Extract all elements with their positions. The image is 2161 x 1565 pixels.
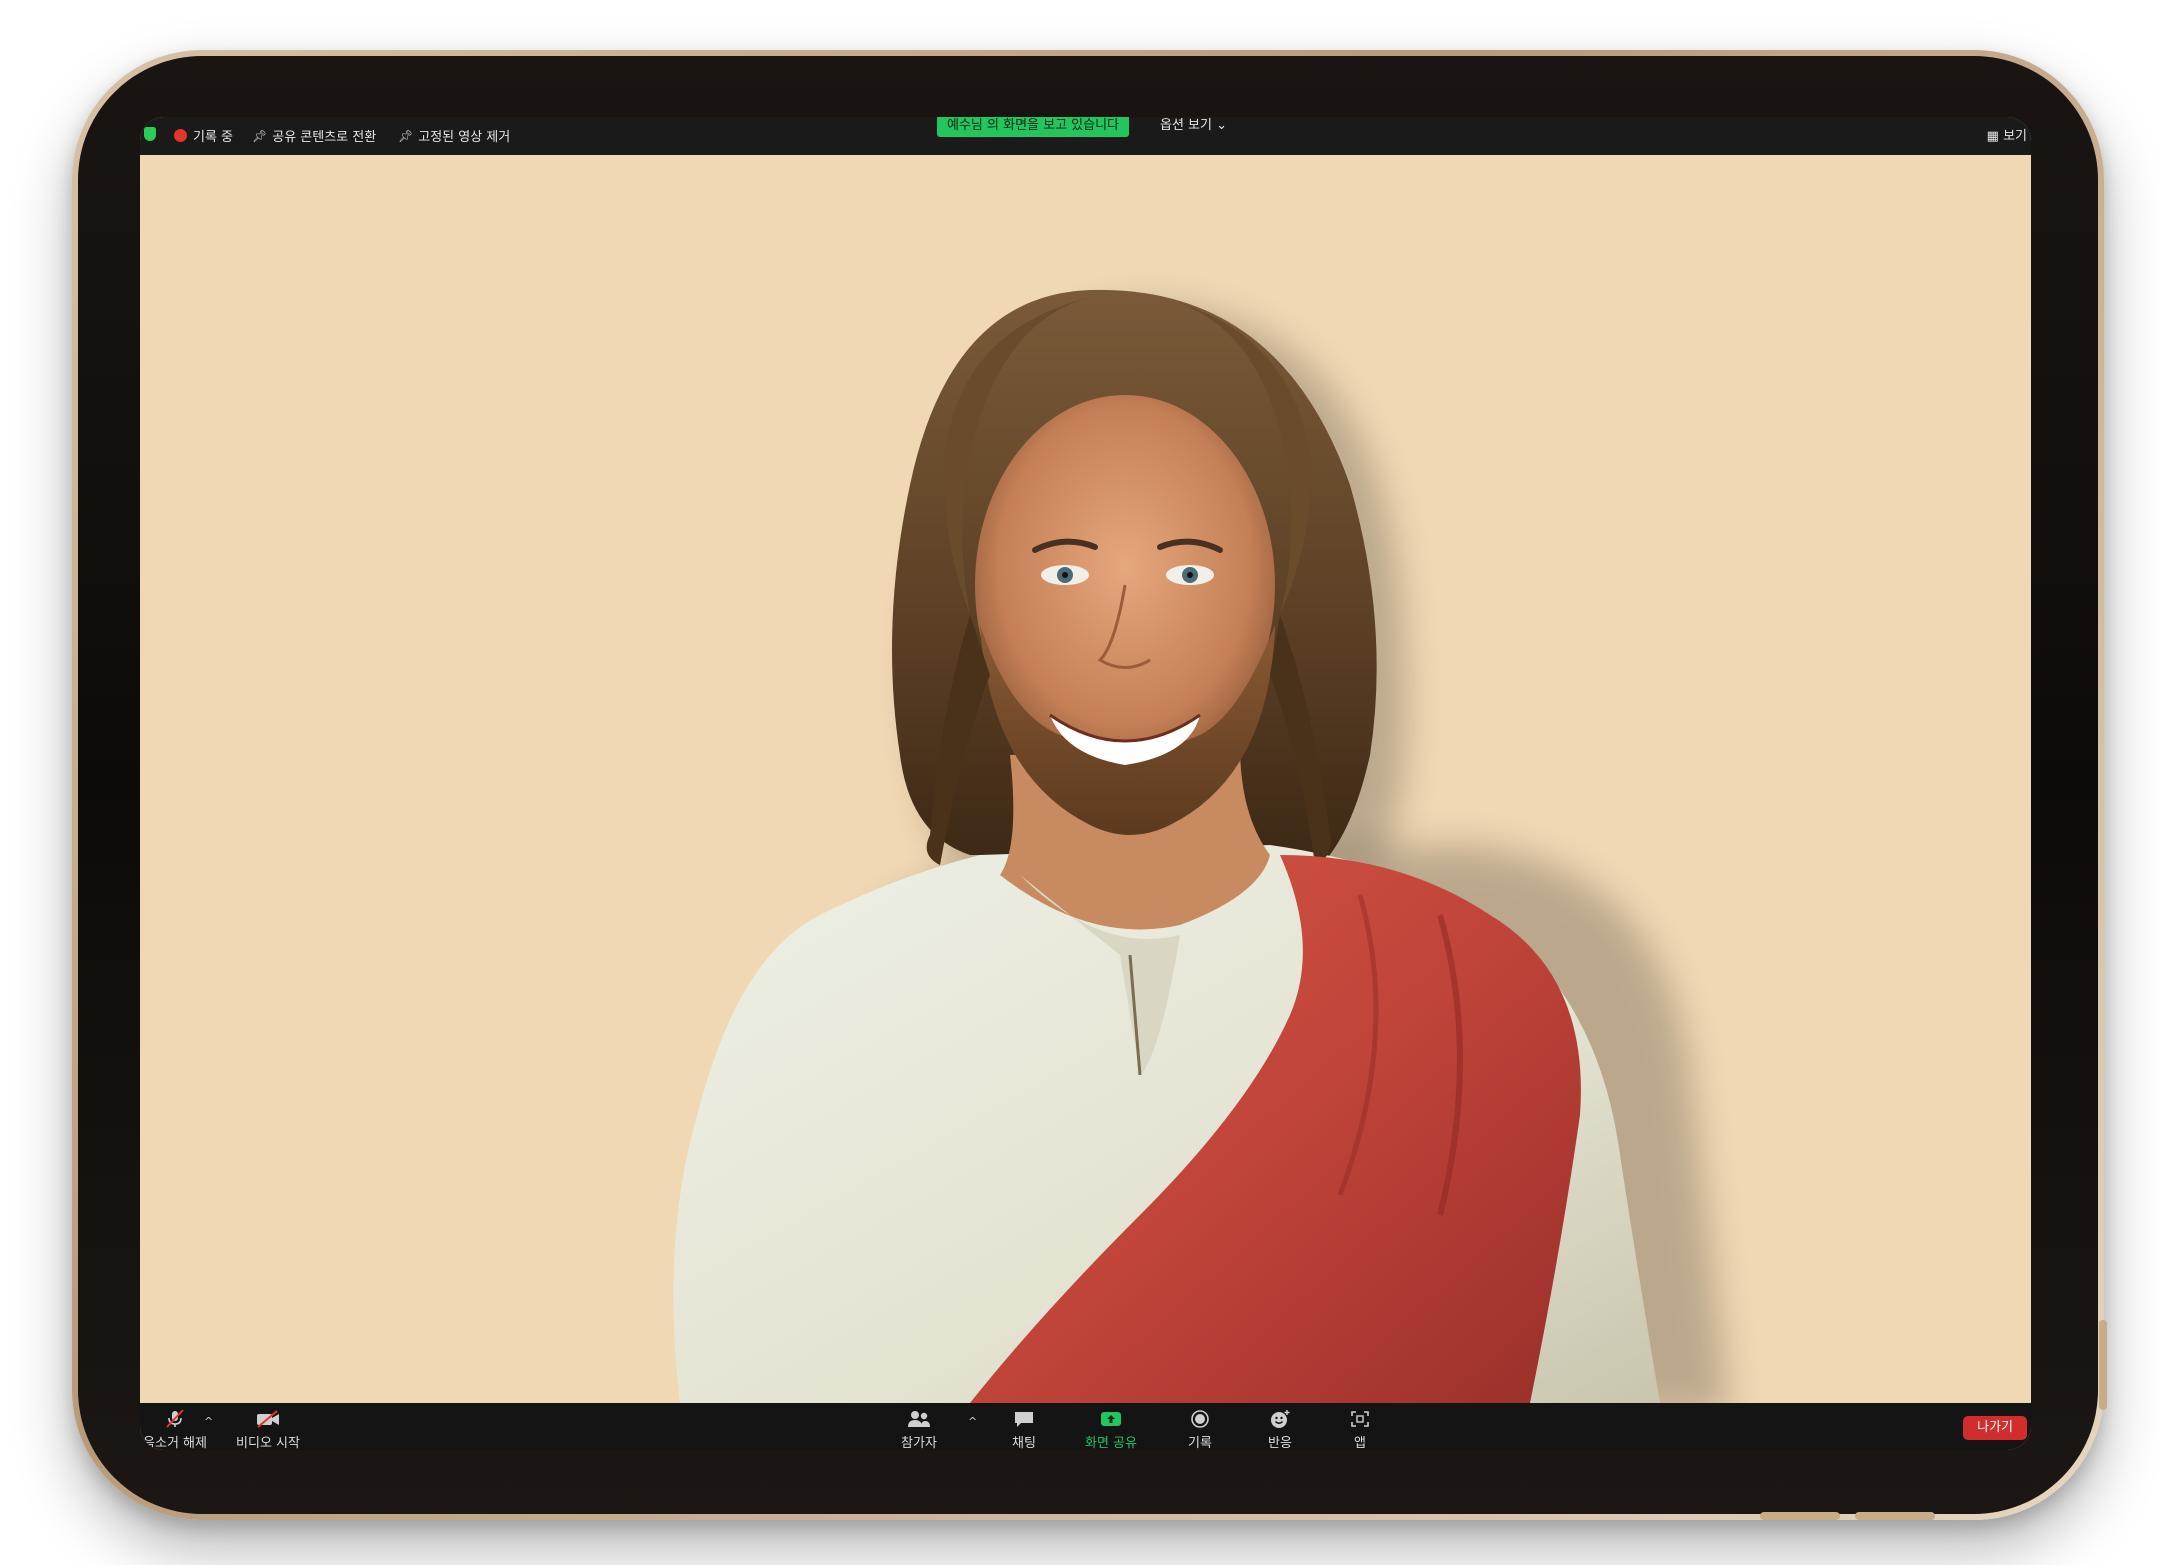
meeting-screen: 기록 중 📌︎ 공유 콘텐츠로 전환 📌︎ 고정된 영상 제거 예수님 의 화면… [140,117,2031,1450]
apps-button[interactable]: 앱 [1320,1409,1400,1450]
reactions-label: 반응 [1268,1436,1292,1450]
start-video-button[interactable]: 비디오 시작 [228,1409,308,1450]
participants-button[interactable]: 참가자 [879,1409,959,1450]
record-dot-icon [174,129,187,142]
participants-options-caret[interactable]: ^ [968,1415,977,1428]
chat-icon [1013,1409,1035,1429]
shield-icon[interactable] [144,127,156,141]
share-screen-button[interactable]: 화면 공유 [1071,1409,1151,1450]
chat-label: 채팅 [1012,1436,1036,1450]
apps-icon [1349,1409,1371,1429]
remove-pinned-video-button[interactable]: 📌︎ 고정된 영상 제거 [398,126,511,146]
device-mockup: 기록 중 📌︎ 공유 콘텐츠로 전환 📌︎ 고정된 영상 제거 예수님 의 화면… [0,0,2161,1565]
recording-indicator[interactable]: 기록 중 [174,126,233,145]
participants-icon [906,1409,932,1429]
participant-video [140,155,2031,1403]
recording-label: 기록 중 [193,130,234,145]
viewing-screen-banner: 예수님 의 화면을 보고 있습니다 [937,117,1130,137]
record-icon [1189,1409,1211,1429]
leave-meeting-button[interactable]: 나가기 [1963,1416,2027,1440]
switch-shared-label: 공유 콘텐츠로 전환 [272,130,377,145]
view-options-label: 옵션 보기 [1160,118,1212,133]
participant-image [673,289,1729,1403]
record-button[interactable]: 기록 [1160,1409,1240,1450]
remove-pin-label: 고정된 영상 제거 [418,130,511,145]
video-off-icon [255,1409,281,1429]
meeting-top-bar: 기록 중 📌︎ 공유 콘텐츠로 전환 📌︎ 고정된 영상 제거 예수님 의 화면… [140,117,2031,155]
participants-label: 참가자 [901,1436,937,1450]
view-label: 보기 [2003,129,2027,144]
view-options-dropdown[interactable]: 옵션 보기 ⌄ [1160,117,1227,137]
grid-icon: ▦ [1986,129,1999,144]
reactions-icon [1268,1409,1292,1429]
record-label: 기록 [1188,1436,1212,1450]
audio-options-caret[interactable]: ^ [204,1415,213,1428]
pin-icon: 📌︎ [398,128,414,143]
mic-muted-icon [164,1409,186,1429]
tablet-bottom-button-right [1855,1512,1935,1520]
tablet-side-button [2099,1320,2107,1410]
share-screen-icon [1099,1409,1123,1429]
apps-label: 앱 [1354,1436,1366,1450]
pin-icon: 📌︎ [252,128,268,143]
share-screen-label: 화면 공유 [1085,1436,1137,1450]
view-button[interactable]: ▦ 보기 [1987,125,2027,144]
chevron-down-icon: ⌄ [1216,118,1228,133]
meeting-toolbar: 음소거 해제 ^ 비디오 시작 참가자 ^ 채팅 화면 공유 기록 반응 앱 나… [140,1403,2031,1450]
reactions-button[interactable]: 반응 [1240,1409,1320,1450]
chat-button[interactable]: 채팅 [984,1409,1064,1450]
switch-to-shared-content-button[interactable]: 📌︎ 공유 콘텐츠로 전환 [252,126,377,146]
start-video-label: 비디오 시작 [236,1436,300,1450]
tablet-bottom-button-left [1760,1512,1840,1520]
unmute-label: 음소거 해제 [143,1436,207,1450]
